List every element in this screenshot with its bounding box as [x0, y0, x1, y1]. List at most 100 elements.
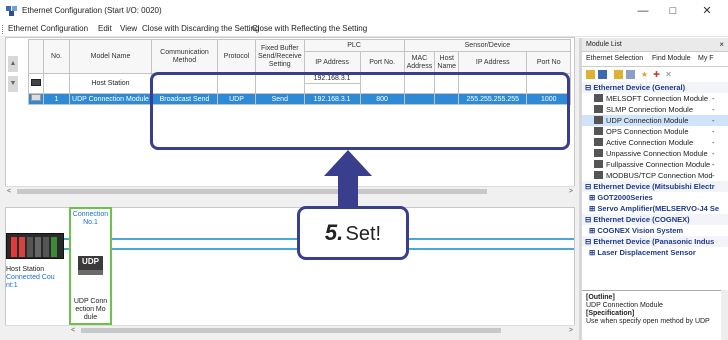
- plc-ip-cell: 192.168.3.1: [303, 93, 361, 105]
- up-arrow-icon: [324, 150, 372, 214]
- col-sensor-ip[interactable]: IP Address: [458, 51, 528, 74]
- table-horizontal-scrollbar[interactable]: < >: [5, 186, 575, 195]
- host-station-label: Host Station Connected Cou nt:1: [6, 266, 55, 289]
- tree-category-panasonic[interactable]: ⊟ Ethernet Device (Panasonic Indus: [582, 236, 728, 247]
- col-fixed-buffer[interactable]: Fixed Buffer Send/Receive Setting: [255, 39, 305, 74]
- tree-item-active[interactable]: Active Connection Module -: [582, 137, 728, 148]
- expand-all-icon[interactable]: [614, 70, 623, 79]
- step-number: 5.: [324, 220, 344, 245]
- host-station-name: Host Station: [69, 73, 152, 94]
- sort-alpha-icon[interactable]: [598, 70, 607, 79]
- menu-close-reflect[interactable]: Close with Reflecting the Setting: [252, 24, 367, 33]
- scroll-right-icon[interactable]: >: [569, 187, 573, 196]
- module-list-close-icon[interactable]: ×: [719, 40, 724, 49]
- table-row-selected[interactable]: 1 UDP Connection Module Broadcast Send U…: [28, 93, 572, 105]
- tree-sub-got2000[interactable]: ⊞ GOT2000Series: [582, 192, 728, 203]
- module-list-title: Module List: [586, 41, 622, 48]
- tree-item-melsoft[interactable]: MELSOFT Connection Module -: [582, 93, 728, 104]
- host-station-plc[interactable]: [6, 233, 64, 259]
- tree-sub-servo[interactable]: ⊞ Servo Amplifier(MELSERVO-J4 Se: [582, 203, 728, 214]
- maximize-button[interactable]: □: [658, 0, 688, 22]
- outline-panel: [Outline] UDP Connection Module [Specifi…: [582, 290, 728, 340]
- col-plc-port[interactable]: Port No.: [359, 51, 405, 74]
- diagram-scroll-left-icon[interactable]: <: [71, 326, 75, 335]
- scroll-left-icon[interactable]: <: [7, 187, 11, 196]
- specification-text: Use when specify open method by UDP: [586, 318, 710, 325]
- module-icon: [594, 94, 603, 102]
- diagram-scroll-right-icon[interactable]: >: [569, 326, 573, 335]
- table-row-host[interactable]: Host Station 192.168.3.1: [28, 73, 572, 94]
- outline-text: UDP Connection Module: [586, 302, 663, 309]
- tree-sub-cognex-vision[interactable]: ⊞ COGNEX Vision System: [582, 225, 728, 236]
- col-group-plc: PLC: [303, 39, 405, 52]
- tab-find-module[interactable]: Find Module: [652, 55, 691, 62]
- col-mac-address[interactable]: MAC Address: [403, 51, 436, 74]
- tree-item-slmp[interactable]: SLMP Connection Module -: [582, 104, 728, 115]
- connection-module-box[interactable]: Connection No.1 UDP UDP Conn ection Mo d…: [69, 207, 112, 325]
- sensor-port-cell[interactable]: 1000: [526, 93, 572, 105]
- module-icon: [594, 138, 603, 146]
- tree-category-cognex[interactable]: ⊟ Ethernet Device (COGNEX): [582, 214, 728, 225]
- plc-port-cell[interactable]: 800: [359, 93, 405, 105]
- module-list-tabs: Ethernet Selection Find Module My F: [582, 53, 728, 67]
- module-list-toolbar: ★ ✚ ✕: [582, 68, 728, 81]
- close-button[interactable]: ✕: [692, 0, 722, 22]
- tree-category-mitsubishi[interactable]: ⊟ Ethernet Device (Mitsubishi Electr: [582, 181, 728, 192]
- col-communication-method[interactable]: Communication Method: [151, 39, 218, 74]
- col-model-name[interactable]: Model Name: [69, 39, 152, 74]
- tab-my-favorites[interactable]: My F: [698, 55, 714, 62]
- outline-label: [Outline]: [586, 294, 615, 301]
- connection-number-label: Connection No.1: [72, 211, 109, 226]
- tree-item-udp[interactable]: UDP Connection Module -: [582, 115, 728, 126]
- module-icon: [594, 105, 603, 113]
- favorite-star-icon[interactable]: ★: [640, 70, 649, 79]
- minimize-button[interactable]: —: [628, 0, 658, 22]
- tab-ethernet-selection[interactable]: Ethernet Selection: [586, 55, 643, 62]
- mac-address-cell[interactable]: [403, 93, 436, 105]
- host-name-cell[interactable]: [434, 93, 460, 105]
- step-text: Set!: [345, 223, 382, 245]
- outline-scrollbar[interactable]: [721, 290, 728, 340]
- sensor-ip-cell[interactable]: 255.255.255.255: [458, 93, 528, 105]
- scroll-thumb[interactable]: [17, 189, 487, 194]
- app-icon: [6, 6, 17, 16]
- col-no[interactable]: No.: [43, 39, 70, 74]
- menu-close-discard[interactable]: Close with Discarding the Setting: [142, 24, 259, 33]
- add-favorite-icon[interactable]: ✚: [652, 70, 661, 79]
- menu-ethernet-configuration[interactable]: Ethernet Configuration: [8, 24, 88, 33]
- move-down-button[interactable]: ▼: [8, 76, 18, 92]
- sort-category-icon[interactable]: [586, 70, 595, 79]
- tree-category-general[interactable]: ⊟ Ethernet Device (General): [582, 82, 728, 93]
- title-bar: Ethernet Configuration (Start I/O: 0020)…: [0, 0, 728, 22]
- module-icon: [594, 149, 603, 157]
- col-plc-ip[interactable]: IP Address: [303, 51, 361, 74]
- diagram-horizontal-scrollbar[interactable]: < >: [5, 325, 575, 334]
- row-move-buttons: ▲ ▼: [6, 56, 20, 96]
- host-ip-cell: 192.168.3.1: [303, 73, 361, 84]
- protocol-cell[interactable]: UDP: [217, 93, 256, 105]
- menu-view[interactable]: View: [120, 24, 137, 33]
- tree-item-modbus[interactable]: MODBUS/TCP Connection Mod -: [582, 170, 728, 181]
- window-title: Ethernet Configuration (Start I/O: 0020): [22, 6, 162, 15]
- udp-row-icon: [28, 93, 44, 105]
- menu-grip: [2, 25, 4, 34]
- diagram-scroll-thumb[interactable]: [81, 328, 501, 333]
- tree-item-unpassive[interactable]: Unpassive Connection Module -: [582, 148, 728, 159]
- move-up-button[interactable]: ▲: [8, 56, 18, 72]
- col-host-name[interactable]: Host Name: [434, 51, 460, 74]
- remove-favorite-icon[interactable]: ✕: [664, 70, 673, 79]
- tree-sub-laser[interactable]: ⊞ Laser Displacement Sensor: [582, 247, 728, 258]
- fixed-buffer-cell[interactable]: Send: [255, 93, 305, 105]
- connection-module-name: UDP Conn ection Mo dule: [73, 298, 108, 321]
- module-icon: [594, 171, 603, 179]
- menu-edit[interactable]: Edit: [98, 24, 112, 33]
- tree-item-fullpassive[interactable]: Fullpassive Connection Module -: [582, 159, 728, 170]
- communication-method-cell[interactable]: Broadcast Send: [151, 93, 218, 105]
- tree-item-ops[interactable]: OPS Connection Module -: [582, 126, 728, 137]
- col-sensor-port[interactable]: Port No: [526, 51, 572, 74]
- icon-col-header: [28, 39, 44, 74]
- row-no-cell: 1: [43, 93, 70, 105]
- collapse-all-icon[interactable]: [626, 70, 635, 79]
- menu-bar: Ethernet Configuration Edit View Close w…: [0, 22, 728, 37]
- col-protocol[interactable]: Protocol: [217, 39, 256, 74]
